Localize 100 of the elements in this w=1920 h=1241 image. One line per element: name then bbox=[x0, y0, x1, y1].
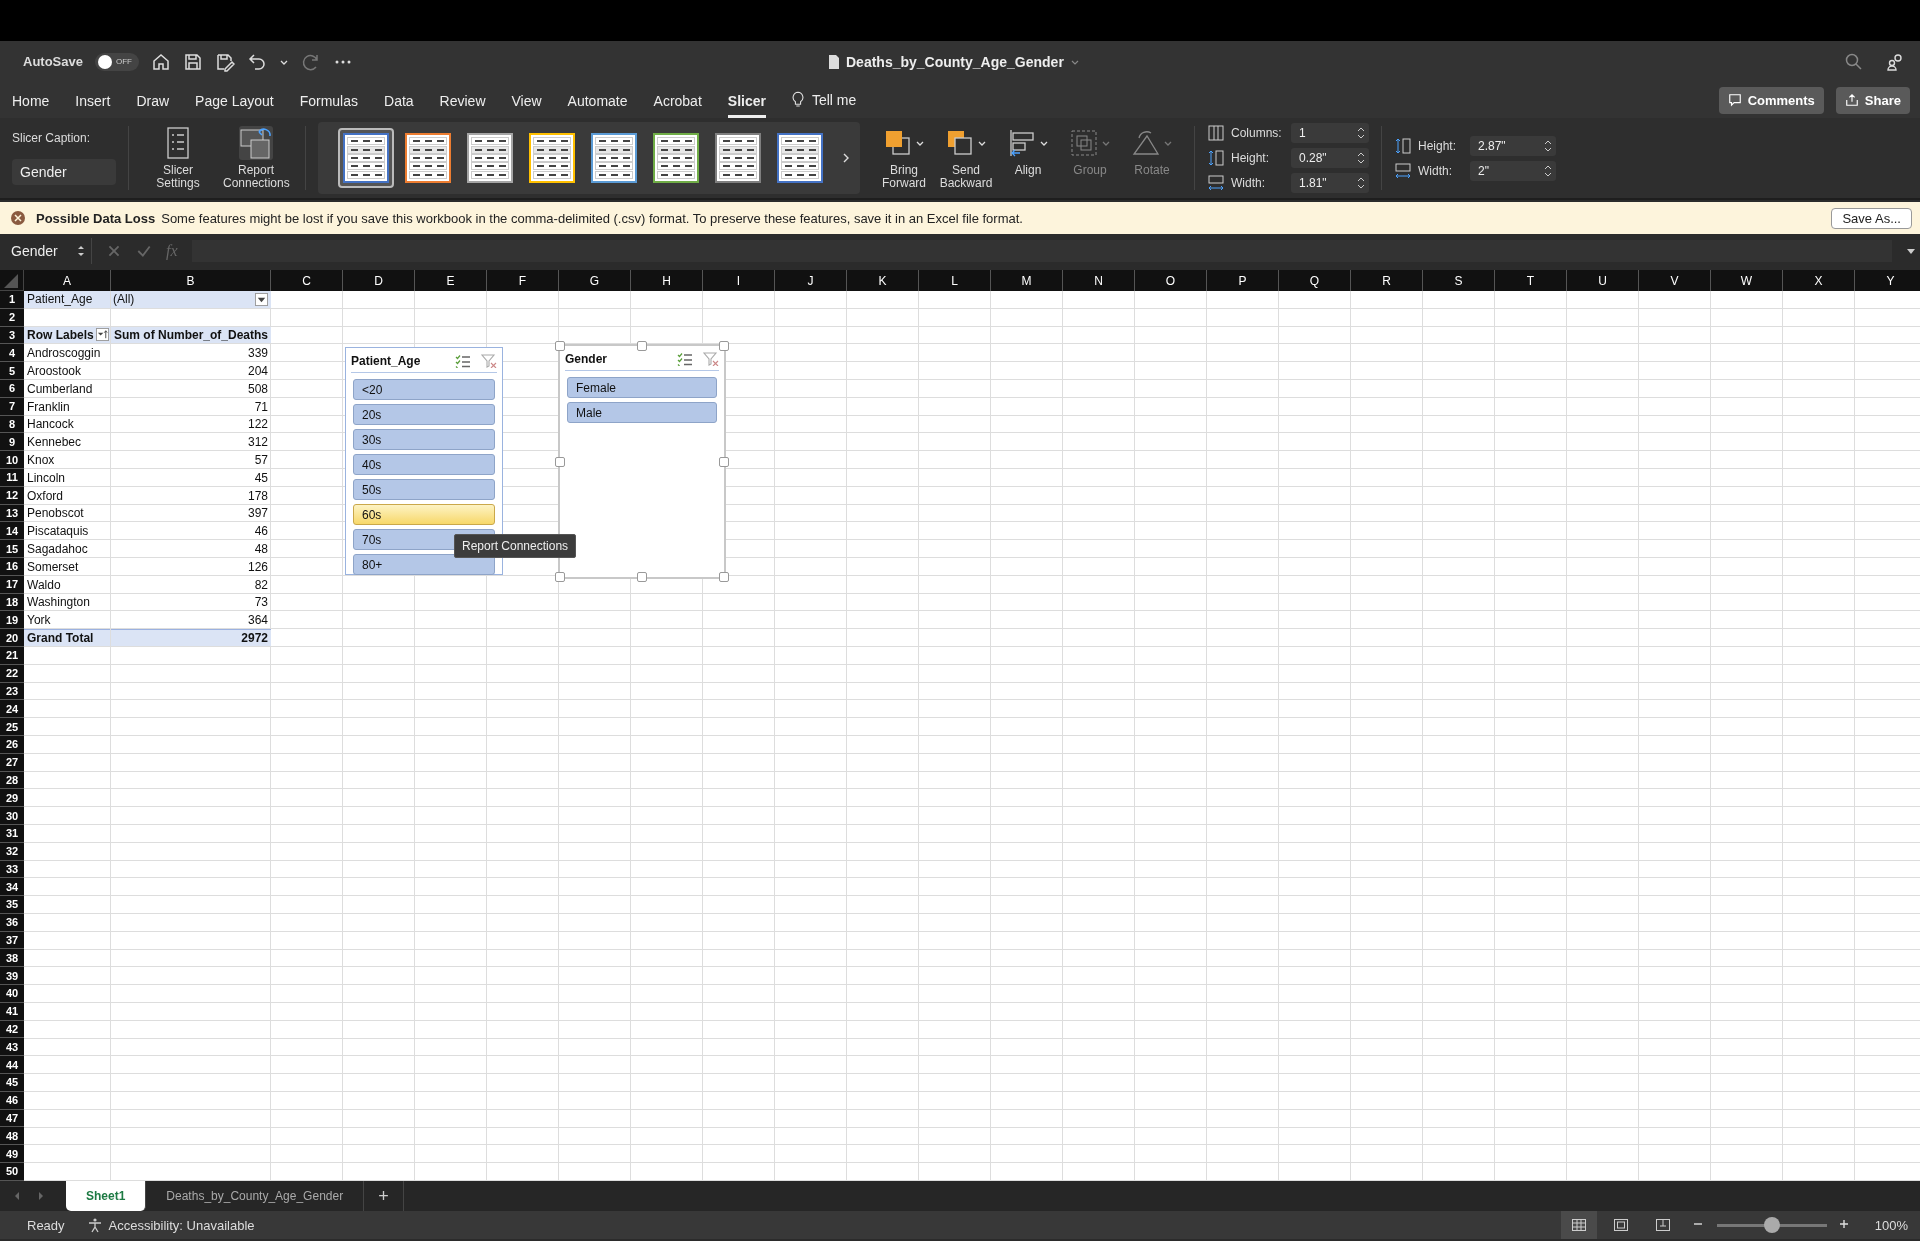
column-header[interactable]: K bbox=[847, 270, 919, 291]
table-cell-text: 339 bbox=[246, 345, 269, 363]
column-header[interactable]: H bbox=[631, 270, 703, 291]
column-header[interactable]: S bbox=[1423, 270, 1495, 291]
multi-select-icon[interactable] bbox=[455, 354, 471, 368]
window-title: Deaths_by_County_Age_Gender bbox=[846, 53, 1064, 70]
ribbon-button[interactable]: Report Connections bbox=[219, 124, 293, 192]
zoom-in-button[interactable] bbox=[1838, 1219, 1849, 1229]
ribbon-tab[interactable]: Formulas bbox=[299, 86, 359, 118]
slicer-item[interactable]: 30s bbox=[353, 429, 495, 450]
column-header[interactable]: V bbox=[1639, 270, 1711, 291]
spinner-icon[interactable] bbox=[1357, 126, 1365, 140]
size-field[interactable]: 1.81" bbox=[1291, 173, 1369, 193]
table-cell: Sum of Number_of_Deaths bbox=[111, 326, 271, 344]
resize-handle[interactable] bbox=[637, 572, 647, 582]
chevron-right-icon[interactable] bbox=[842, 152, 850, 164]
ribbon-tab[interactable]: Acrobat bbox=[653, 86, 702, 118]
ribbon-button[interactable]: Align bbox=[998, 126, 1058, 190]
save-as-button[interactable]: Save As... bbox=[1831, 207, 1912, 229]
column-header[interactable]: O bbox=[1135, 270, 1207, 291]
column-header[interactable]: C bbox=[271, 270, 343, 291]
slicer-item[interactable]: 50s bbox=[353, 479, 495, 500]
spinner-icon[interactable] bbox=[1544, 163, 1552, 178]
resize-handle[interactable] bbox=[555, 572, 565, 582]
tell-me-field[interactable]: Tell me bbox=[811, 92, 857, 108]
slicer-item[interactable]: Female bbox=[567, 377, 717, 398]
column-header[interactable]: B bbox=[111, 270, 271, 291]
ribbon-tab[interactable]: Review bbox=[439, 86, 486, 118]
save-edit-icon[interactable] bbox=[214, 51, 235, 72]
ribbon-tab[interactable]: Data bbox=[384, 86, 414, 118]
sheet-tab[interactable]: Sheet1 bbox=[66, 1181, 147, 1211]
undo-icon[interactable] bbox=[246, 51, 267, 72]
column-header[interactable]: J bbox=[775, 270, 847, 291]
column-header[interactable]: W bbox=[1711, 270, 1783, 291]
save-icon[interactable] bbox=[182, 51, 203, 72]
search-icon[interactable] bbox=[1844, 51, 1864, 72]
ribbon-button[interactable]: Bring Forward bbox=[874, 126, 934, 190]
column-header[interactable]: U bbox=[1567, 270, 1639, 291]
column-header[interactable]: Q bbox=[1279, 270, 1351, 291]
slicer-item[interactable]: Male bbox=[567, 402, 717, 423]
slicer-item[interactable]: 80+ bbox=[353, 554, 495, 575]
spinner-icon[interactable] bbox=[1357, 151, 1365, 165]
table-cell-text: York bbox=[26, 612, 52, 630]
slicer-item[interactable]: 40s bbox=[353, 454, 495, 475]
size-field[interactable]: 1 bbox=[1291, 123, 1369, 143]
column-header[interactable]: R bbox=[1351, 270, 1423, 291]
ribbon-tab[interactable]: View bbox=[511, 86, 542, 118]
spinner-icon[interactable] bbox=[1357, 176, 1365, 190]
ribbon-tab[interactable]: Insert bbox=[75, 86, 111, 118]
size-field[interactable]: 2.87" bbox=[1470, 135, 1556, 156]
expand-icon[interactable] bbox=[1906, 246, 1916, 256]
ribbon-tab[interactable]: Automate bbox=[567, 86, 628, 118]
zoom-level[interactable]: 100% bbox=[1874, 1217, 1908, 1233]
column-header[interactable]: N bbox=[1063, 270, 1135, 291]
normal-view-icon[interactable] bbox=[1560, 1211, 1597, 1239]
resize-handle[interactable] bbox=[719, 456, 729, 467]
resize-handle[interactable] bbox=[719, 572, 729, 582]
slicer-item[interactable]: <20 bbox=[353, 379, 495, 400]
column-header[interactable]: I bbox=[703, 270, 775, 291]
column-header[interactable]: G bbox=[559, 270, 631, 291]
column-header[interactable]: A bbox=[24, 270, 111, 291]
size-field[interactable]: 0.28" bbox=[1291, 148, 1369, 168]
column-header[interactable]: D bbox=[343, 270, 415, 291]
resize-handle[interactable] bbox=[719, 341, 729, 351]
ribbon-button[interactable]: Slicer Settings bbox=[141, 124, 215, 192]
field-value: 2" bbox=[1478, 163, 1489, 178]
autosave-toggle[interactable]: OFF bbox=[94, 52, 139, 71]
ribbon-tab[interactable]: Draw bbox=[136, 86, 170, 118]
column-header[interactable]: E bbox=[415, 270, 487, 291]
slicer-item[interactable]: 60s bbox=[353, 504, 495, 525]
resize-handle[interactable] bbox=[555, 456, 565, 467]
accessibility-status[interactable]: Accessibility: Unavailable bbox=[108, 1217, 255, 1233]
name-box[interactable]: Gender bbox=[0, 238, 92, 264]
comments-button[interactable]: Comments bbox=[1718, 86, 1824, 114]
next-sheet-icon[interactable] bbox=[36, 1190, 46, 1202]
select-all-button[interactable] bbox=[0, 270, 24, 291]
home-icon[interactable] bbox=[150, 51, 171, 72]
ribbon-tab[interactable]: Page Layout bbox=[195, 86, 274, 118]
column-header[interactable]: X bbox=[1783, 270, 1855, 291]
zoom-slider-thumb[interactable] bbox=[1763, 1217, 1780, 1233]
slicer-caption-field[interactable]: Gender bbox=[12, 159, 116, 185]
multi-select-icon[interactable] bbox=[677, 352, 693, 366]
column-header[interactable]: F bbox=[487, 270, 559, 291]
slicer-item[interactable]: 20s bbox=[353, 404, 495, 425]
share-button[interactable]: Share bbox=[1835, 86, 1910, 114]
column-header[interactable]: M bbox=[991, 270, 1063, 291]
resize-handle[interactable] bbox=[637, 341, 647, 351]
column-header[interactable]: L bbox=[919, 270, 991, 291]
ribbon-button[interactable]: Send Backward bbox=[936, 126, 996, 190]
column-header[interactable]: Y bbox=[1855, 270, 1920, 291]
ribbon-tab[interactable]: Home bbox=[12, 86, 50, 118]
spinner-icon[interactable] bbox=[1544, 138, 1552, 153]
column-header[interactable]: P bbox=[1207, 270, 1279, 291]
spinner-icon[interactable] bbox=[77, 244, 85, 258]
resize-handle[interactable] bbox=[555, 341, 565, 351]
sort-filter-icon[interactable] bbox=[96, 328, 109, 342]
size-field[interactable]: 2" bbox=[1470, 160, 1556, 181]
column-header[interactable]: T bbox=[1495, 270, 1567, 291]
accessibility-icon[interactable] bbox=[86, 1217, 103, 1233]
dropdown-icon[interactable] bbox=[255, 292, 268, 306]
